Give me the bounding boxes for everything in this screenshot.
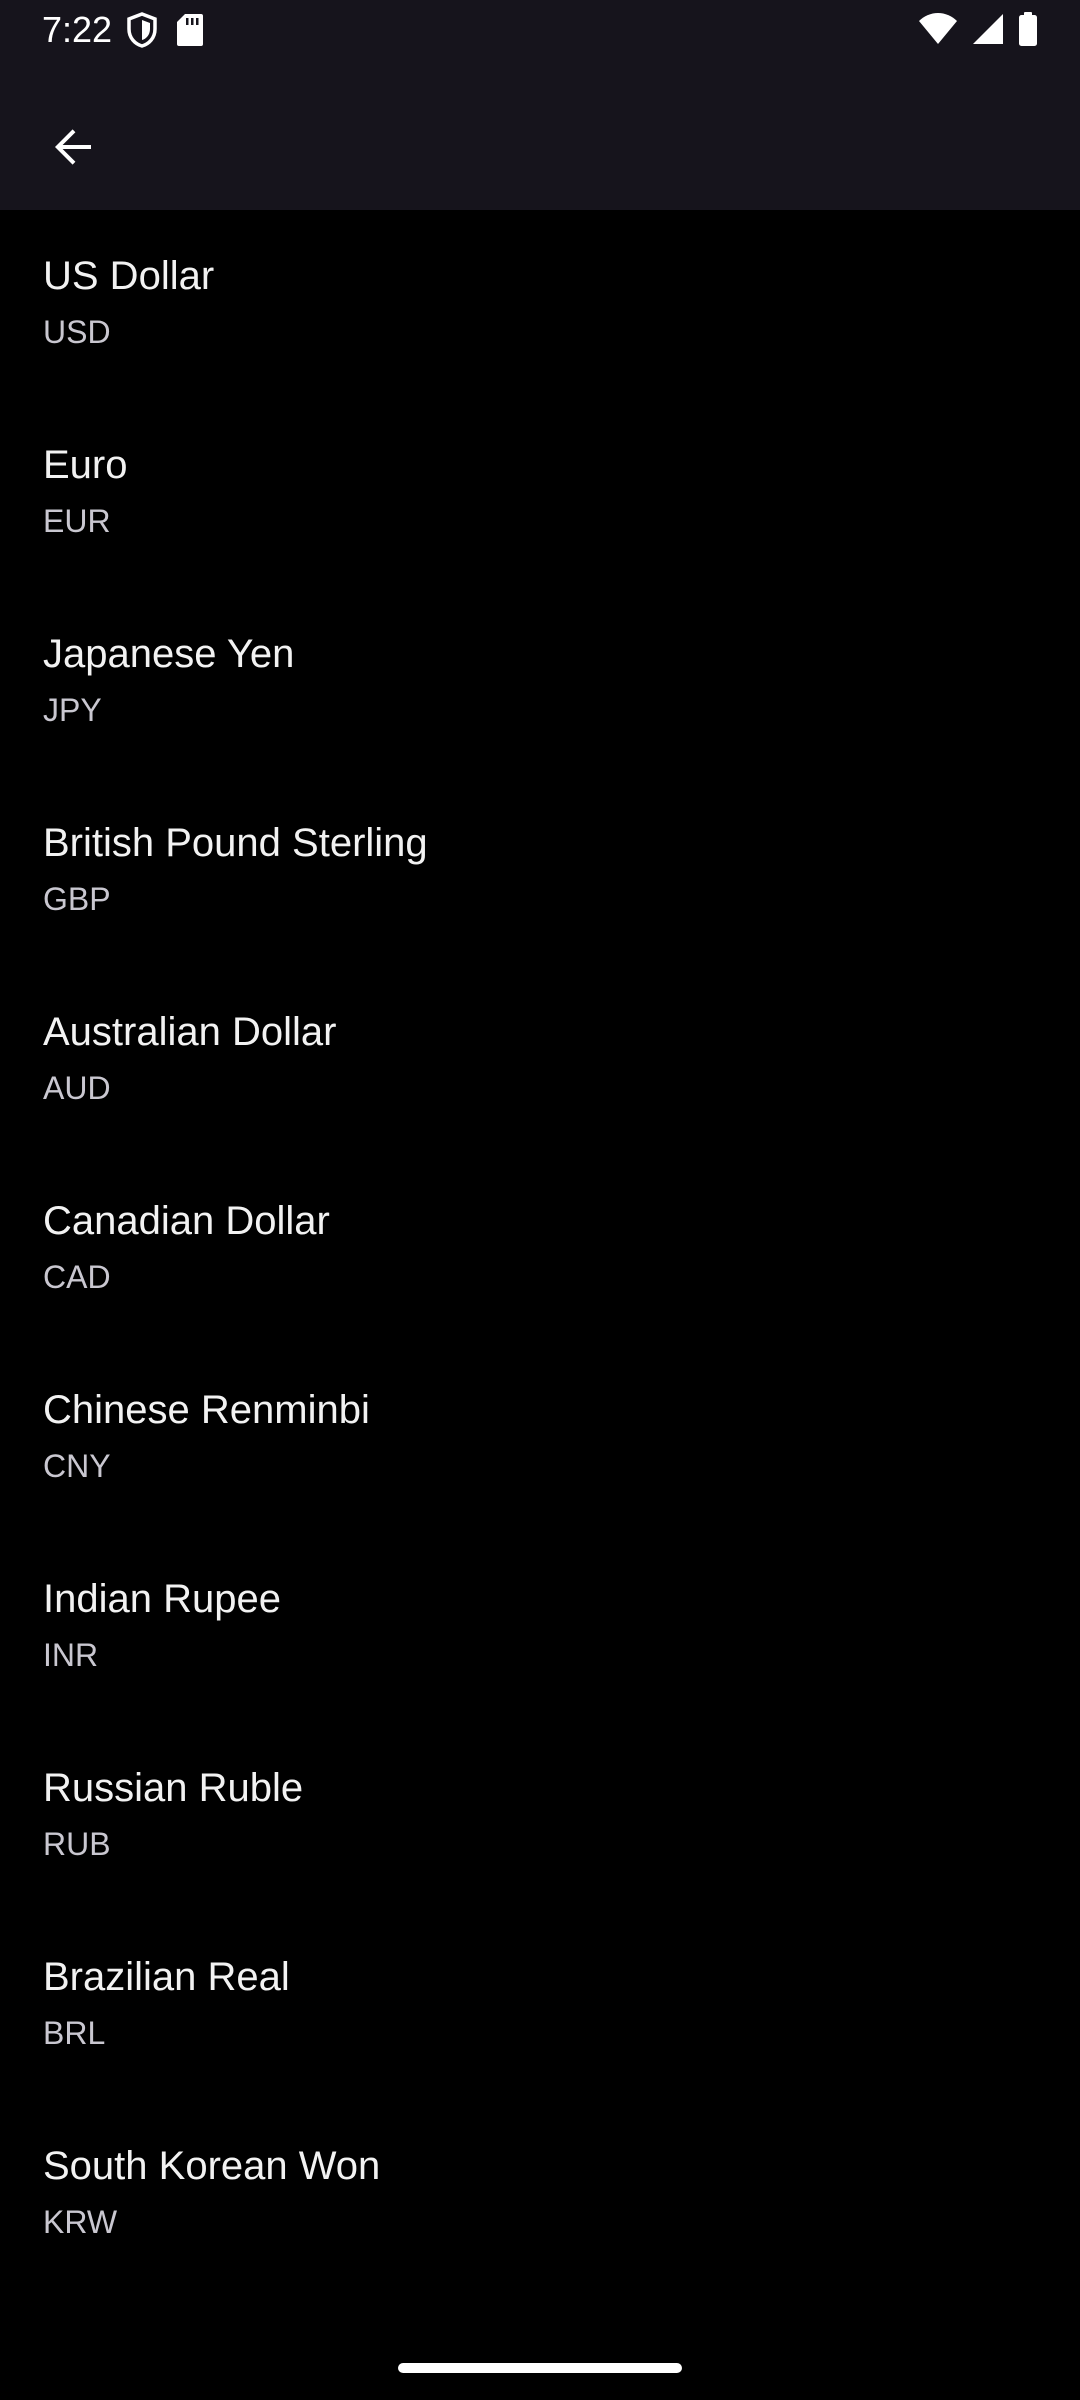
- currency-list-item[interactable]: South Korean Won KRW: [0, 2100, 1080, 2289]
- shield-icon: [126, 12, 158, 53]
- status-time: 7:22: [42, 9, 113, 50]
- status-bar: 7:22: [0, 0, 1080, 64]
- status-left-icons: [126, 12, 204, 53]
- status-right-icons: [918, 12, 1038, 51]
- currency-name: Russian Ruble: [43, 1766, 304, 1810]
- back-button[interactable]: [28, 104, 118, 194]
- wifi-icon: [918, 13, 958, 50]
- currency-name: Brazilian Real: [43, 1955, 290, 1999]
- currency-name: Japanese Yen: [43, 632, 295, 676]
- currency-code: BRL: [43, 2015, 106, 2051]
- currency-list-item[interactable]: Brazilian Real BRL: [0, 1911, 1080, 2100]
- currency-list-item[interactable]: Euro EUR: [0, 399, 1080, 588]
- currency-list-item[interactable]: British Pound Sterling GBP: [0, 777, 1080, 966]
- currency-code: KRW: [43, 2204, 118, 2240]
- battery-icon: [1018, 12, 1038, 51]
- currency-name: Canadian Dollar: [43, 1199, 330, 1243]
- currency-list-item[interactable]: Indian Rupee INR: [0, 1533, 1080, 1722]
- currency-code: RUB: [43, 1826, 111, 1862]
- currency-name: Euro: [43, 443, 128, 487]
- gesture-navigation-bar[interactable]: [398, 2363, 682, 2373]
- currency-code: AUD: [43, 1070, 111, 1106]
- currency-list-item[interactable]: US Dollar USD: [0, 210, 1080, 399]
- app-bar: [0, 64, 1080, 210]
- currency-name: Indian Rupee: [43, 1577, 281, 1621]
- currency-code: CNY: [43, 1448, 111, 1484]
- currency-code: GBP: [43, 881, 111, 917]
- currency-name: Chinese Renminbi: [43, 1388, 370, 1432]
- currency-list-item[interactable]: Australian Dollar AUD: [0, 966, 1080, 1155]
- currency-code: JPY: [43, 692, 102, 728]
- currency-code: INR: [43, 1637, 99, 1673]
- currency-code: CAD: [43, 1259, 111, 1295]
- sd-card-icon: [176, 13, 204, 52]
- currency-list-item[interactable]: Canadian Dollar CAD: [0, 1155, 1080, 1344]
- currency-list-item[interactable]: Japanese Yen JPY: [0, 588, 1080, 777]
- currency-name: South Korean Won: [43, 2144, 381, 2188]
- currency-list-item[interactable]: Russian Ruble RUB: [0, 1722, 1080, 1911]
- arrow-back-icon: [49, 123, 97, 176]
- currency-name: Australian Dollar: [43, 1010, 337, 1054]
- currency-name: British Pound Sterling: [43, 821, 428, 865]
- cell-signal-icon: [972, 13, 1004, 50]
- currency-code: USD: [43, 314, 111, 350]
- currency-list: US Dollar USD Euro EUR Japanese Yen JPY Britis…: [0, 210, 1080, 2289]
- currency-name: US Dollar: [43, 254, 215, 298]
- currency-list-item[interactable]: Chinese Renminbi CNY: [0, 1344, 1080, 1533]
- currency-code: EUR: [43, 503, 111, 539]
